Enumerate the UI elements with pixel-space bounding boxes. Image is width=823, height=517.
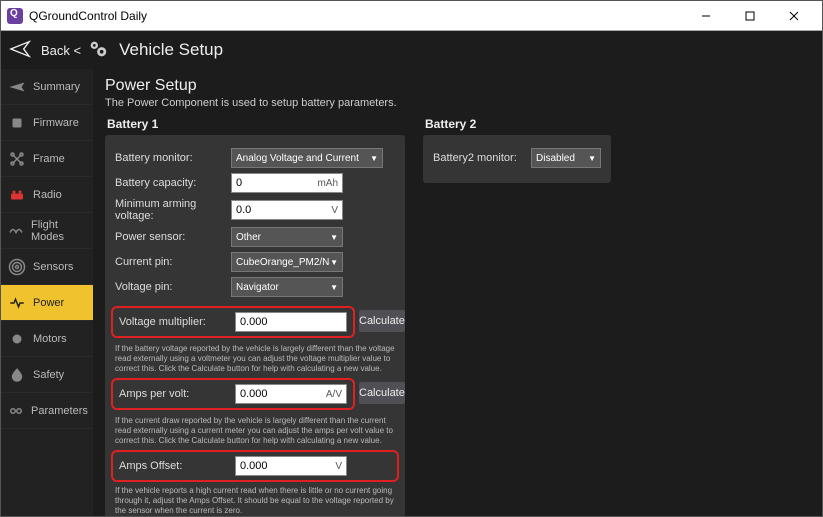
parameters-icon [7, 402, 25, 420]
sidebar: Summary Firmware Frame Radio Flight Mode… [1, 69, 93, 516]
sidebar-item-motors[interactable]: Motors [1, 321, 93, 357]
battery2-title: Battery 2 [425, 117, 611, 131]
min-arming-voltage-input[interactable]: 0.0 V [231, 200, 343, 220]
sensors-icon [7, 258, 27, 276]
battery-capacity-input[interactable]: 0 mAh [231, 173, 343, 193]
voltage-multiplier-label: Voltage multiplier: [119, 316, 227, 328]
sidebar-item-label: Summary [33, 81, 80, 93]
sidebar-item-label: Power [33, 297, 64, 309]
motors-icon [7, 330, 27, 348]
sidebar-item-label: Sensors [33, 261, 73, 273]
power-sensor-label: Power sensor: [115, 231, 223, 243]
sidebar-item-summary[interactable]: Summary [1, 69, 93, 105]
back-button[interactable]: Back < [41, 43, 81, 58]
safety-icon [7, 366, 27, 384]
voltage-pin-label: Voltage pin: [115, 281, 223, 293]
sidebar-item-label: Parameters [31, 405, 88, 417]
gears-icon [87, 38, 109, 63]
amps-offset-input[interactable]: 0.000 V [235, 456, 347, 476]
flightmodes-icon [7, 222, 25, 240]
sidebar-item-power[interactable]: Power [1, 285, 93, 321]
sidebar-item-label: Safety [33, 369, 64, 381]
app-icon [7, 8, 23, 24]
amps-per-volt-calculate-button[interactable]: Calculate [359, 382, 405, 404]
summary-icon [7, 78, 27, 96]
amps-per-volt-label: Amps per volt: [119, 388, 227, 400]
page-description: The Power Component is used to setup bat… [105, 97, 810, 109]
current-pin-select[interactable]: CubeOrange_PM2/Navigator▼ [231, 252, 343, 272]
battery2-panel: Battery2 monitor: Disabled▼ [423, 135, 611, 183]
firmware-icon [7, 114, 27, 132]
voltage-multiplier-input[interactable]: 0.000 [235, 312, 347, 332]
battery2-monitor-label: Battery2 monitor: [433, 152, 523, 164]
sidebar-item-flightmodes[interactable]: Flight Modes [1, 213, 93, 249]
radio-icon [7, 186, 27, 204]
sidebar-item-firmware[interactable]: Firmware [1, 105, 93, 141]
amps-per-volt-hint: If the current draw reported by the vehi… [115, 416, 395, 446]
close-button[interactable] [772, 2, 816, 30]
sidebar-item-label: Firmware [33, 117, 79, 129]
main-content: Power Setup The Power Component is used … [93, 69, 822, 516]
chevron-down-icon: ▼ [330, 258, 338, 267]
chevron-down-icon: ▼ [330, 233, 338, 242]
amps-offset-label: Amps Offset: [119, 460, 227, 472]
current-pin-label: Current pin: [115, 256, 223, 268]
maximize-button[interactable] [728, 2, 772, 30]
plane-icon [9, 38, 31, 63]
minimize-button[interactable] [684, 2, 728, 30]
chevron-down-icon: ▼ [370, 154, 378, 163]
voltage-multiplier-calculate-button[interactable]: Calculate [359, 310, 405, 332]
app-topbar: Back < Vehicle Setup [1, 31, 822, 69]
voltage-multiplier-hint: If the battery voltage reported by the v… [115, 344, 395, 374]
window-title: QGroundControl Daily [29, 9, 684, 23]
amps-per-volt-input[interactable]: 0.000 A/V [235, 384, 347, 404]
sidebar-item-sensors[interactable]: Sensors [1, 249, 93, 285]
battery2-monitor-select[interactable]: Disabled▼ [531, 148, 601, 168]
chevron-down-icon: ▼ [330, 283, 338, 292]
sidebar-item-label: Frame [33, 153, 65, 165]
section-title: Vehicle Setup [119, 40, 223, 60]
power-sensor-select[interactable]: Other▼ [231, 227, 343, 247]
battery-monitor-select[interactable]: Analog Voltage and Current▼ [231, 148, 383, 168]
sidebar-item-label: Flight Modes [31, 219, 87, 243]
sidebar-item-parameters[interactable]: Parameters [1, 393, 93, 429]
frame-icon [7, 150, 27, 168]
battery-capacity-label: Battery capacity: [115, 177, 223, 189]
chevron-down-icon: ▼ [588, 154, 596, 163]
window-titlebar: QGroundControl Daily [1, 1, 822, 31]
voltage-pin-select[interactable]: Navigator▼ [231, 277, 343, 297]
sidebar-item-label: Motors [33, 333, 67, 345]
sidebar-item-safety[interactable]: Safety [1, 357, 93, 393]
min-arming-voltage-label: Minimum arming voltage: [115, 198, 223, 222]
battery1-title: Battery 1 [107, 117, 405, 131]
page-title: Power Setup [105, 77, 810, 95]
battery-monitor-label: Battery monitor: [115, 152, 223, 164]
battery1-panel: Battery monitor: Analog Voltage and Curr… [105, 135, 405, 516]
amps-offset-hint: If the vehicle reports a high current re… [115, 486, 395, 516]
sidebar-item-label: Radio [33, 189, 62, 201]
sidebar-item-radio[interactable]: Radio [1, 177, 93, 213]
sidebar-item-frame[interactable]: Frame [1, 141, 93, 177]
power-icon [7, 294, 27, 312]
